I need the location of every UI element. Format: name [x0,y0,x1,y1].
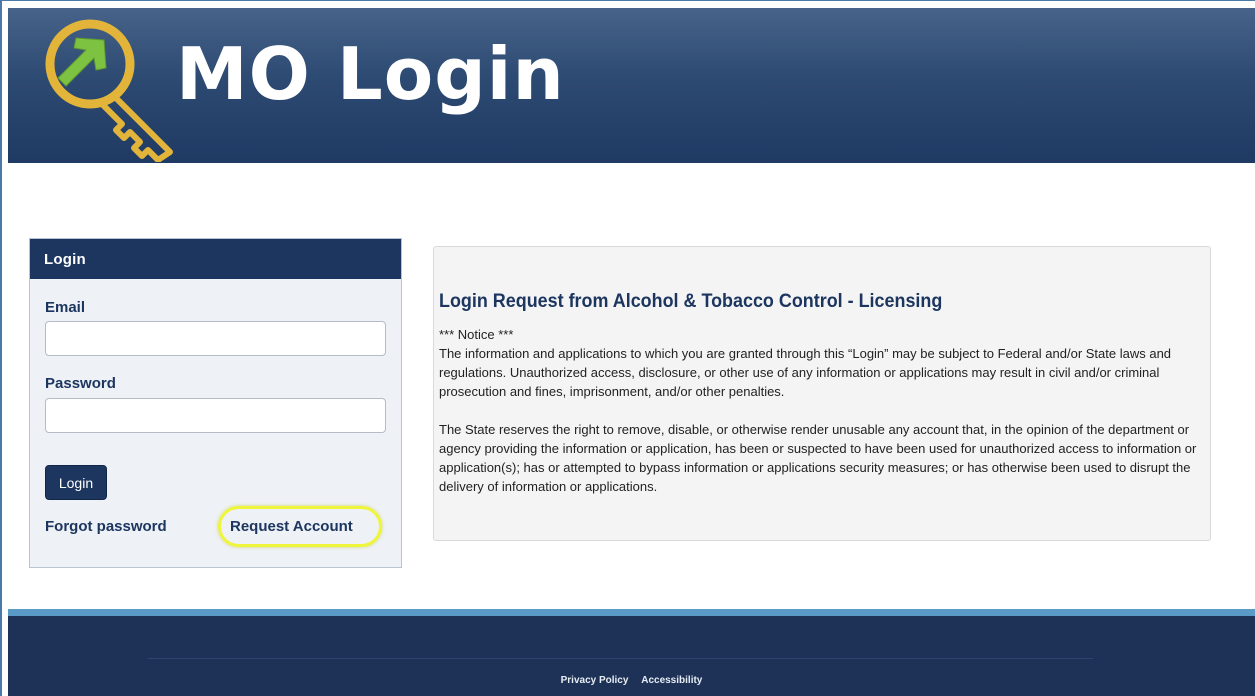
key-logo-icon [45,19,173,162]
site-footer: Privacy Policy Accessibility [8,616,1255,696]
privacy-policy-link[interactable]: Privacy Policy [561,675,629,686]
footer-accent-strip [8,609,1255,616]
footer-divider [148,658,1093,659]
accessibility-link[interactable]: Accessibility [641,675,702,686]
password-field[interactable] [45,398,386,433]
notice-panel: Login Request from Alcohol & Tobacco Con… [433,246,1211,541]
login-panel-title: Login [30,239,401,279]
site-header: MO Login [8,8,1255,163]
email-field[interactable] [45,321,386,356]
notice-paragraph-1: The information and applications to whic… [439,346,1172,399]
login-button[interactable]: Login [45,465,107,500]
footer-links: Privacy Policy Accessibility [8,675,1255,686]
login-panel: Login Email Password Login Forgot passwo… [29,238,402,568]
request-account-link[interactable]: Request Account [230,518,353,535]
notice-title: Login Request from Alcohol & Tobacco Con… [439,290,943,312]
forgot-password-link[interactable]: Forgot password [45,518,167,535]
notice-heading: *** Notice *** [439,327,514,342]
email-label: Email [45,299,86,316]
password-label: Password [45,375,116,392]
site-logo-text: MO Login [176,32,565,116]
notice-paragraph-2: The State reserves the right to remove, … [439,422,1197,494]
notice-body: *** Notice *** The information and appli… [439,325,1211,515]
